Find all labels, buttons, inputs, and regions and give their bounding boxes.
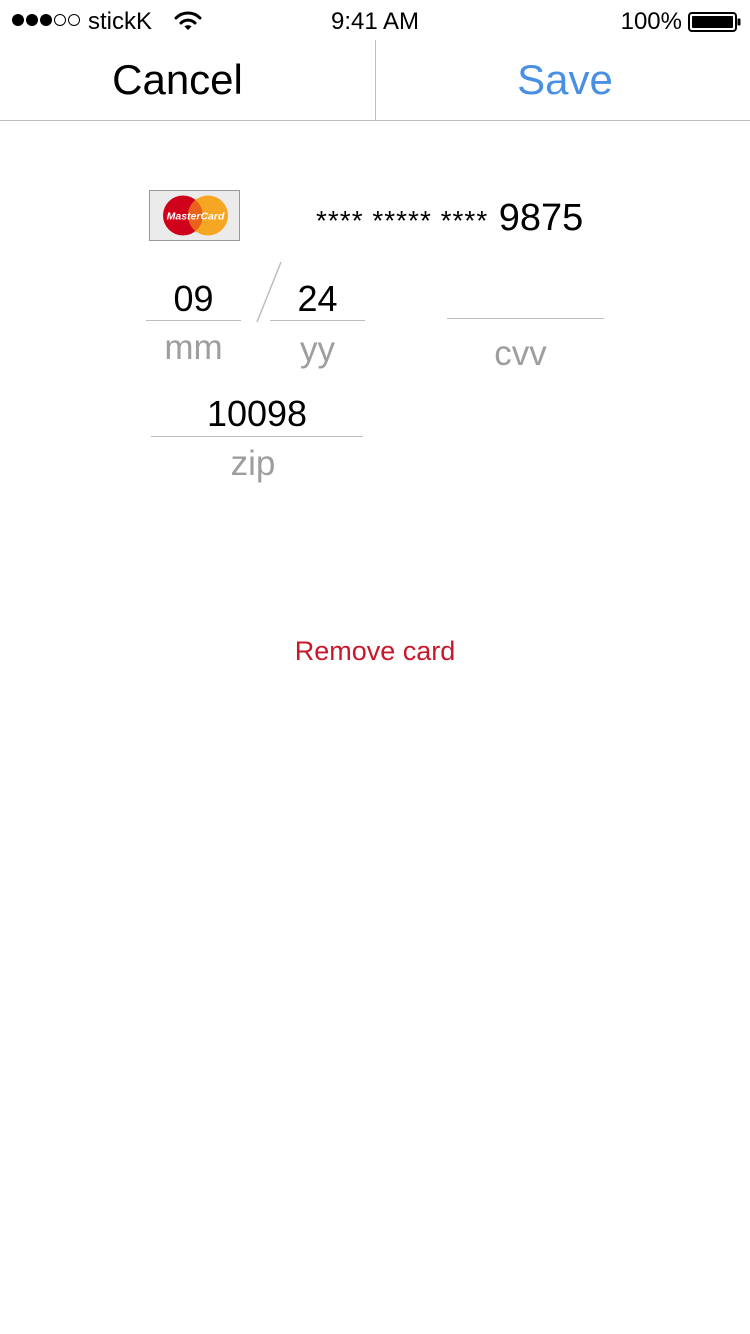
battery-icon <box>688 12 741 32</box>
month-underline <box>146 320 241 321</box>
save-button[interactable]: Save <box>375 40 750 120</box>
zip-input[interactable]: 10098 <box>151 394 363 434</box>
mastercard-icon: MasterCard <box>149 190 240 241</box>
zip-label: zip <box>230 444 276 483</box>
year-input[interactable]: 24 <box>270 279 365 319</box>
year-underline <box>270 320 365 321</box>
remove-card-button[interactable]: Remove card <box>0 634 750 668</box>
cvv-underline <box>447 318 604 319</box>
cancel-button[interactable]: Cancel <box>0 40 365 120</box>
zip-underline <box>151 436 363 437</box>
year-label: yy <box>300 330 335 369</box>
nav-bar: Cancel Save <box>0 40 750 121</box>
status-bar: stickK 9:41 AM 100% <box>0 0 750 40</box>
month-input[interactable]: 09 <box>146 279 241 319</box>
cvv-label: cvv <box>494 334 547 373</box>
month-label: mm <box>164 328 223 367</box>
card-number: **** ***** **** 9875 <box>316 196 583 243</box>
card-number-last-four: 9875 <box>498 197 584 239</box>
battery-percent: 100% <box>620 8 682 35</box>
mastercard-logo-graphic: MasterCard <box>163 195 228 236</box>
mastercard-logo-text: MasterCard <box>167 211 225 223</box>
card-number-masked: **** ***** **** <box>316 205 489 236</box>
